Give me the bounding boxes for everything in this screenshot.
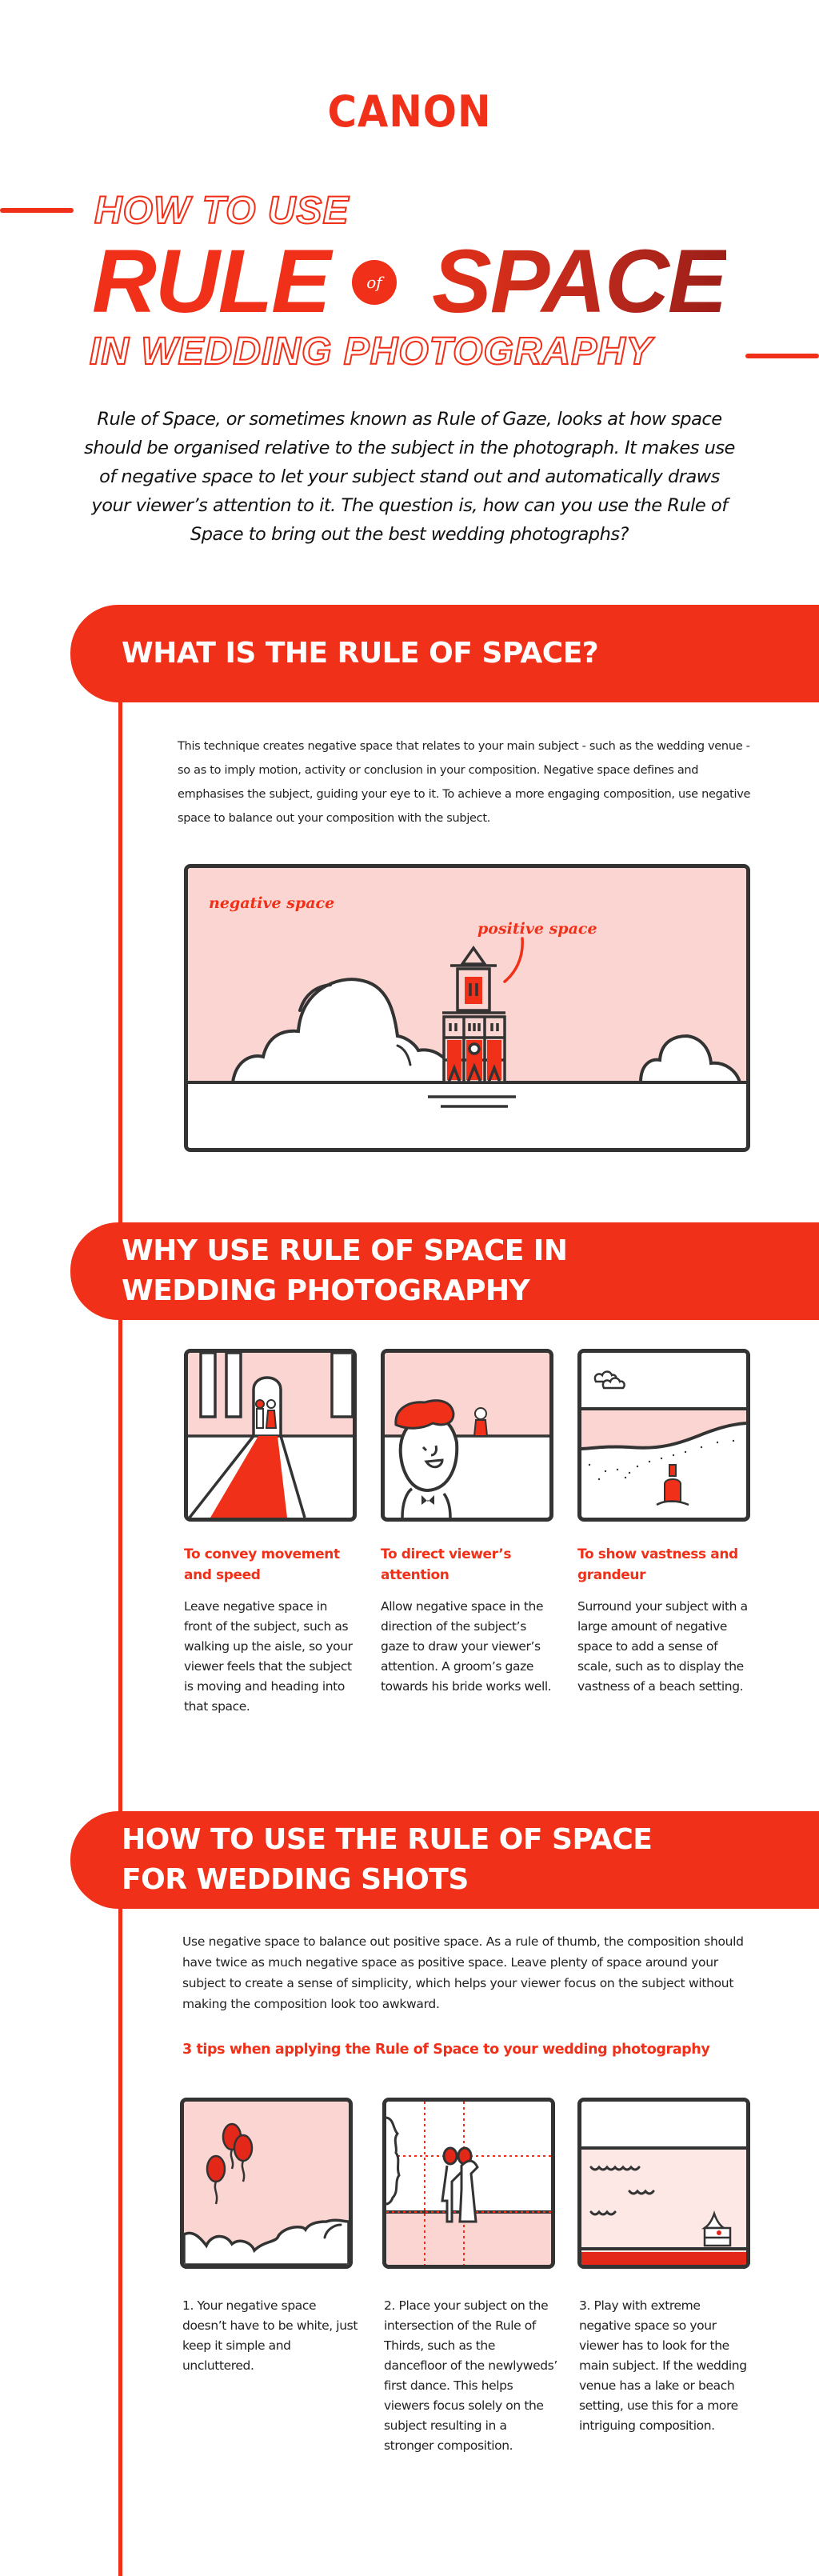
section-banner-what: WHAT IS THE RULE OF SPACE? xyxy=(70,605,819,702)
section-heading-line-1: HOW TO USE THE RULE OF SPACE xyxy=(122,1823,653,1856)
title-line-1: HOW TO USE xyxy=(94,189,350,233)
title-of-badge: of xyxy=(352,260,397,305)
canon-logo: CANON xyxy=(327,86,492,137)
reason-text: Allow negative space in the direction of… xyxy=(381,1599,552,1694)
section-banner-why: WHY USE RULE OF SPACE IN WEDDING PHOTOGR… xyxy=(70,1222,819,1320)
negative-space-label: negative space xyxy=(209,894,334,912)
section-heading-line-2: WEDDING PHOTOGRAPHY xyxy=(122,1274,530,1307)
negative-positive-space-illustration: negative space positive space xyxy=(184,864,750,1152)
rule-of-thirds-illustration xyxy=(382,2098,555,2269)
lake-illustration xyxy=(577,2098,750,2269)
title-decor-line-left xyxy=(0,208,74,213)
tip-text: 2. Place your subject on the intersectio… xyxy=(384,2298,557,2453)
beach-vastness-illustration xyxy=(577,1349,750,1522)
title-main-rule: RULE xyxy=(92,231,331,331)
tips-heading: 3 tips when applying the Rule of Space t… xyxy=(182,2042,710,2058)
groom-icon xyxy=(394,1399,459,1518)
intro-paragraph: Rule of Space, or sometimes known as Rul… xyxy=(84,409,735,545)
balloons-illustration xyxy=(180,2098,353,2269)
tip-text: 1. Your negative space doesn’t have to b… xyxy=(182,2298,358,2373)
reason-text: Surround your subject with a large amoun… xyxy=(577,1599,748,1694)
timeline-line xyxy=(118,1320,122,1811)
reason-title: To show vastness and grandeur xyxy=(577,1546,738,1583)
positive-space-label: positive space xyxy=(477,920,597,938)
timeline-line xyxy=(118,702,122,1222)
section-heading: WHAT IS THE RULE OF SPACE? xyxy=(122,637,599,670)
reason-title: To direct viewer’s attention xyxy=(381,1546,512,1583)
what-paragraph: This technique creates negative space th… xyxy=(178,740,751,825)
title-main-space: SPACE xyxy=(432,231,728,331)
section-heading-line-1: WHY USE RULE OF SPACE IN xyxy=(122,1234,568,1267)
reason-title: To convey movement and speed xyxy=(184,1546,340,1583)
bottle-icon xyxy=(656,1464,689,1506)
reason-text: Leave negative space in front of the sub… xyxy=(184,1599,353,1714)
timeline-line xyxy=(118,1909,122,2576)
groom-gaze-illustration xyxy=(381,1349,553,1522)
section-banner-how: HOW TO USE THE RULE OF SPACE FOR WEDDING… xyxy=(70,1811,819,1909)
tip-text: 3. Play with extreme negative space so y… xyxy=(579,2298,747,2433)
title-line-3: IN WEDDING PHOTOGRAPHY xyxy=(89,330,653,374)
aisle-illustration xyxy=(184,1349,357,1522)
title-decor-line-right xyxy=(745,354,819,358)
how-paragraph: Use negative space to balance out positi… xyxy=(182,1934,744,2011)
bride-icon xyxy=(473,1407,489,1437)
section-heading-line-2: FOR WEDDING SHOTS xyxy=(122,1863,469,1896)
